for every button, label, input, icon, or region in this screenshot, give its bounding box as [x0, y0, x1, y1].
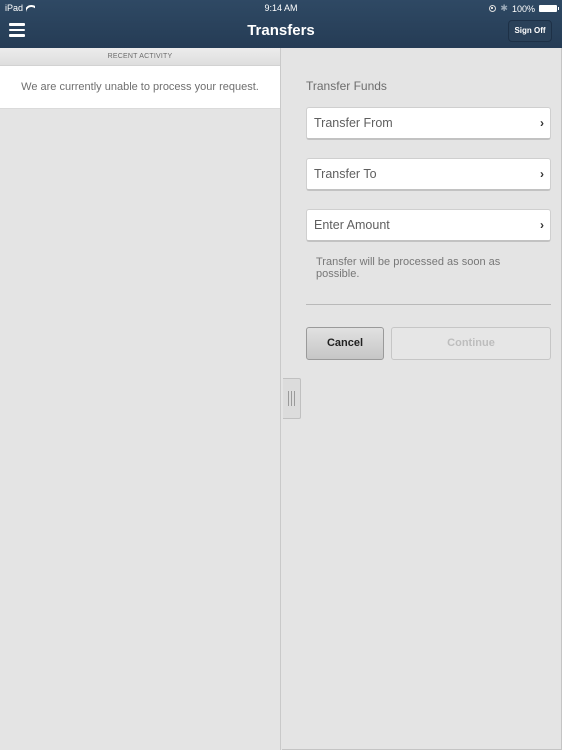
- sign-off-button[interactable]: Sign Off: [508, 20, 552, 42]
- divider: [306, 304, 551, 305]
- enter-amount-field[interactable]: Enter Amount ›: [306, 209, 551, 242]
- drag-handle-icon[interactable]: [283, 378, 301, 419]
- transfer-funds-title: Transfer Funds: [306, 79, 387, 93]
- cancel-button[interactable]: Cancel: [306, 327, 384, 360]
- processing-note: Transfer will be processed as soon as po…: [316, 256, 501, 280]
- transfer-to-field[interactable]: Transfer To ›: [306, 158, 551, 191]
- transfer-funds-pane: Transfer Funds Transfer From › Transfer …: [282, 48, 562, 750]
- chevron-right-icon: ›: [540, 218, 544, 232]
- orientation-lock-icon: [489, 5, 497, 12]
- battery-percent: 100%: [511, 3, 535, 14]
- chevron-right-icon: ›: [540, 116, 544, 130]
- bluetooth-icon: ✱: [500, 3, 508, 13]
- top-bar: iPad 9:14 AM ✱ 100% Transfers Sign Off: [0, 0, 562, 48]
- status-time: 9:14 AM: [264, 3, 298, 13]
- transfer-from-label: Transfer From: [314, 116, 393, 130]
- chevron-right-icon: ›: [540, 167, 544, 181]
- status-bar: iPad 9:14 AM ✱ 100%: [0, 0, 562, 16]
- error-message: We are currently unable to process your …: [0, 66, 280, 109]
- transfer-from-field[interactable]: Transfer From ›: [306, 107, 551, 140]
- page-title: Transfers: [247, 22, 315, 39]
- transfer-to-label: Transfer To: [314, 167, 377, 181]
- recent-activity-header: RECENT ACTIVITY: [0, 48, 280, 66]
- navigation-bar: Transfers Sign Off: [0, 16, 562, 48]
- continue-button[interactable]: Continue: [391, 327, 551, 360]
- status-right: ✱ 100%: [489, 3, 559, 14]
- battery-icon: [539, 5, 559, 12]
- enter-amount-label: Enter Amount: [314, 218, 390, 232]
- recent-activity-pane: RECENT ACTIVITY We are currently unable …: [0, 48, 281, 750]
